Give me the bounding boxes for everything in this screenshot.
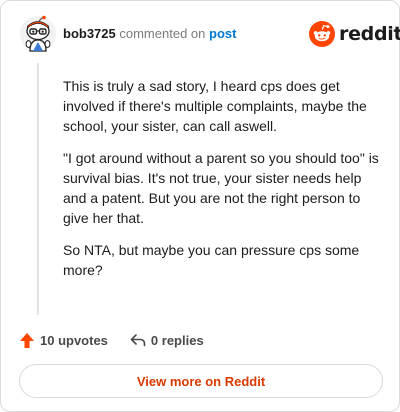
post-link[interactable]: post [209,26,236,41]
view-more-button[interactable]: View more on Reddit [19,364,383,398]
avatar-snoo-icon [20,15,56,52]
replies-button[interactable]: 0 replies [130,333,204,348]
avatar[interactable] [19,15,57,53]
comment-paragraph: So NTA, but maybe you can pressure cps s… [63,242,360,278]
reddit-brand-link[interactable]: reddit [309,21,400,47]
thread-line [37,63,39,315]
comment-actions: 10 upvotes 0 replies [19,330,204,350]
embedded-comment-card: bob3725 commented on post reddit This is… [0,0,400,412]
comment-meta: bob3725 commented on post [63,26,236,42]
comment-body: This is truly a sad story, I heard cps d… [63,76,383,292]
action-text: commented on [119,26,206,41]
upvote-arrow-icon [20,332,34,348]
upvote-button[interactable]: 10 upvotes [19,332,108,349]
reply-arrow-icon [130,334,146,347]
reddit-snoo-icon [309,21,335,47]
comment-paragraph: This is truly a sad story, I heard cps d… [63,78,367,134]
username-link[interactable]: bob3725 [63,26,116,41]
comment-paragraph: "I got around without a parent so you sh… [63,150,379,226]
replies-count: 0 replies [150,332,204,348]
reddit-wordmark: reddit [339,23,400,45]
upvote-count: 10 upvotes [40,332,108,348]
